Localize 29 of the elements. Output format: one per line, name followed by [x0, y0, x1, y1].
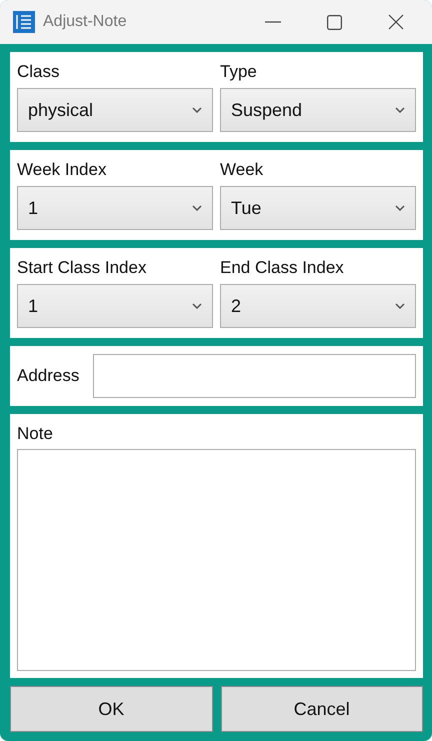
dropdown[interactable]: 1: [17, 284, 213, 328]
app-icon: [13, 11, 35, 33]
dropdown[interactable]: Suspend: [220, 88, 416, 132]
close-icon[interactable]: [388, 14, 404, 30]
field-label: Week Index: [17, 159, 108, 181]
field-label: Address: [17, 365, 80, 387]
dropdown[interactable]: Tue: [220, 186, 416, 230]
minimize-icon[interactable]: [265, 21, 281, 23]
dropdown[interactable]: 2: [220, 284, 416, 328]
dropdown[interactable]: physical: [17, 88, 213, 132]
note-field[interactable]: [17, 449, 416, 671]
window-title: Adjust-Note: [43, 13, 127, 31]
dropdown[interactable]: 1: [17, 186, 213, 230]
ok-button[interactable]: OK: [10, 686, 212, 732]
field-label: End Class Index: [220, 257, 345, 279]
field-label: Note: [17, 423, 54, 445]
caret-icon: [395, 107, 405, 113]
caret-icon: [192, 303, 202, 309]
maximize-icon[interactable]: [327, 14, 342, 30]
field-label: Start Class Index: [17, 257, 148, 279]
field-label: Week: [220, 159, 264, 181]
caret-icon: [192, 205, 202, 211]
field-label: Type: [220, 61, 258, 83]
caret-icon: [395, 303, 405, 309]
caret-icon: [395, 205, 405, 211]
address-field[interactable]: [93, 354, 416, 398]
caret-icon: [192, 107, 202, 113]
field-label: Class: [17, 61, 61, 83]
cancel-button[interactable]: Cancel: [220, 686, 423, 732]
